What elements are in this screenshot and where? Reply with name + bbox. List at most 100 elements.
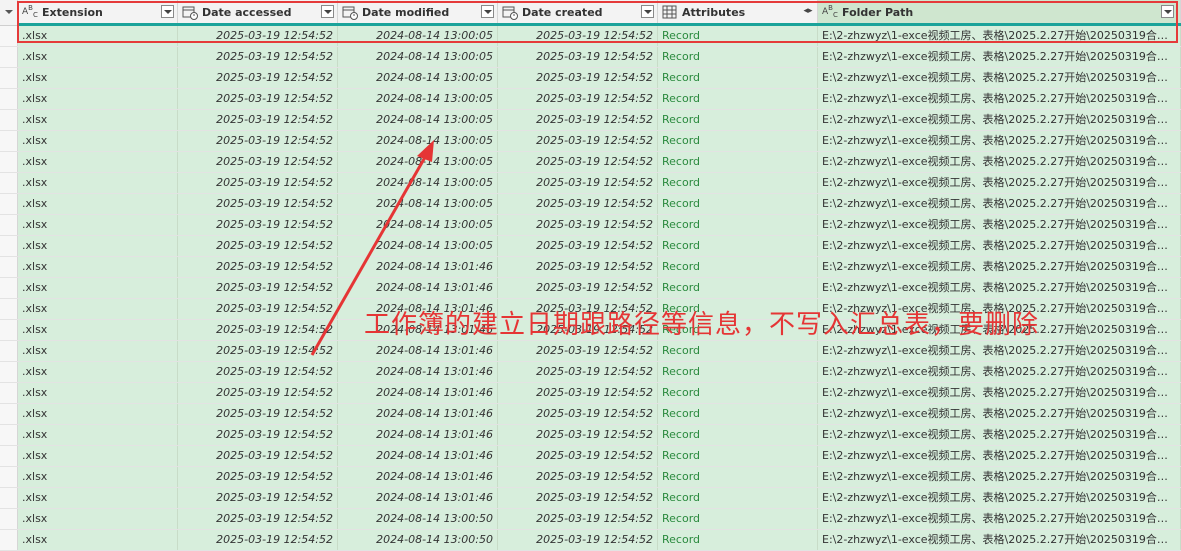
cell-date-created[interactable]: 2025-03-19 12:54:52 (498, 278, 658, 298)
cell-date-created[interactable]: 2025-03-19 12:54:52 (498, 26, 658, 46)
table-row[interactable]: .xlsx 2025-03-19 12:54:52 2024-08-14 13:01… (0, 467, 1181, 488)
cell-folder-path[interactable]: E:\2-zhzwyz\1-exce视频工房、表格\2025.2.27开始\20… (818, 47, 1181, 67)
cell-folder-path[interactable]: E:\2-zhzwyz\1-exce视频工房、表格\2025.2.27开始\20… (818, 278, 1181, 298)
cell-attributes-record-link[interactable]: Record (658, 257, 818, 277)
cell-folder-path[interactable]: E:\2-zhzwyz\1-exce视频工房、表格\2025.2.27开始\20… (818, 152, 1181, 172)
cell-date-created[interactable]: 2025-03-19 12:54:52 (498, 194, 658, 214)
table-row[interactable]: .xlsx 2025-03-19 12:54:52 2024-08-14 13:00… (0, 173, 1181, 194)
cell-extension[interactable]: .xlsx (18, 299, 178, 319)
cell-attributes-record-link[interactable]: Record (658, 110, 818, 130)
table-type-icon[interactable] (662, 5, 678, 20)
cell-date-modified[interactable]: 2024-08-14 13:00:05 (338, 26, 498, 46)
cell-date-modified[interactable]: 2024-08-14 13:00:05 (338, 131, 498, 151)
table-row[interactable]: .xlsx 2025-03-19 12:54:52 2024-08-14 13:01… (0, 488, 1181, 509)
cell-attributes-record-link[interactable]: Record (658, 509, 818, 529)
cell-date-created[interactable]: 2025-03-19 12:54:52 (498, 404, 658, 424)
cell-date-modified[interactable]: 2024-08-14 13:01:46 (338, 488, 498, 508)
table-row[interactable]: .xlsx 2025-03-19 12:54:52 2024-08-14 13:01… (0, 362, 1181, 383)
cell-extension[interactable]: .xlsx (18, 89, 178, 109)
column-header-attributes[interactable]: Attributes ◂▸ (658, 0, 818, 25)
cell-extension[interactable]: .xlsx (18, 152, 178, 172)
cell-attributes-record-link[interactable]: Record (658, 341, 818, 361)
cell-date-accessed[interactable]: 2025-03-19 12:54:52 (178, 341, 338, 361)
cell-date-accessed[interactable]: 2025-03-19 12:54:52 (178, 530, 338, 550)
cell-date-created[interactable]: 2025-03-19 12:54:52 (498, 446, 658, 466)
cell-folder-path[interactable]: E:\2-zhzwyz\1-exce视频工房、表格\2025.2.27开始\20… (818, 467, 1181, 487)
cell-attributes-record-link[interactable]: Record (658, 383, 818, 403)
cell-extension[interactable]: .xlsx (18, 110, 178, 130)
cell-date-modified[interactable]: 2024-08-14 13:01:46 (338, 425, 498, 445)
filter-dropdown-date-created[interactable] (641, 5, 654, 18)
table-row[interactable]: .xlsx 2025-03-19 12:54:52 2024-08-14 13:00… (0, 194, 1181, 215)
cell-folder-path[interactable]: E:\2-zhzwyz\1-exce视频工房、表格\2025.2.27开始\20… (818, 362, 1181, 382)
cell-folder-path[interactable]: E:\2-zhzwyz\1-exce视频工房、表格\2025.2.27开始\20… (818, 425, 1181, 445)
cell-attributes-record-link[interactable]: Record (658, 446, 818, 466)
cell-date-created[interactable]: 2025-03-19 12:54:52 (498, 467, 658, 487)
cell-folder-path[interactable]: E:\2-zhzwyz\1-exce视频工房、表格\2025.2.27开始\20… (818, 110, 1181, 130)
cell-attributes-record-link[interactable]: Record (658, 362, 818, 382)
cell-extension[interactable]: .xlsx (18, 173, 178, 193)
cell-attributes-record-link[interactable]: Record (658, 488, 818, 508)
cell-date-created[interactable]: 2025-03-19 12:54:52 (498, 257, 658, 277)
table-row[interactable]: .xlsx 2025-03-19 12:54:52 2024-08-14 13:01… (0, 257, 1181, 278)
cell-date-accessed[interactable]: 2025-03-19 12:54:52 (178, 236, 338, 256)
cell-date-created[interactable]: 2025-03-19 12:54:52 (498, 131, 658, 151)
cell-date-created[interactable]: 2025-03-19 12:54:52 (498, 68, 658, 88)
table-row[interactable]: .xlsx 2025-03-19 12:54:52 2024-08-14 13:00… (0, 131, 1181, 152)
cell-extension[interactable]: .xlsx (18, 320, 178, 340)
cell-attributes-record-link[interactable]: Record (658, 530, 818, 550)
cell-date-accessed[interactable]: 2025-03-19 12:54:52 (178, 47, 338, 67)
cell-attributes-record-link[interactable]: Record (658, 152, 818, 172)
cell-folder-path[interactable]: E:\2-zhzwyz\1-exce视频工房、表格\2025.2.27开始\20… (818, 404, 1181, 424)
table-row[interactable]: .xlsx 2025-03-19 12:54:52 2024-08-14 13:00… (0, 530, 1181, 551)
cell-extension[interactable]: .xlsx (18, 215, 178, 235)
cell-folder-path[interactable]: E:\2-zhzwyz\1-exce视频工房、表格\2025.2.27开始\20… (818, 509, 1181, 529)
abc-type-icon[interactable]: ABC (822, 5, 838, 20)
cell-date-accessed[interactable]: 2025-03-19 12:54:52 (178, 446, 338, 466)
cell-extension[interactable]: .xlsx (18, 341, 178, 361)
cell-attributes-record-link[interactable]: Record (658, 89, 818, 109)
cell-folder-path[interactable]: E:\2-zhzwyz\1-exce视频工房、表格\2025.2.27开始\20… (818, 341, 1181, 361)
cell-folder-path[interactable]: E:\2-zhzwyz\1-exce视频工房、表格\2025.2.27开始\20… (818, 173, 1181, 193)
cell-date-modified[interactable]: 2024-08-14 13:01:46 (338, 341, 498, 361)
cell-attributes-record-link[interactable]: Record (658, 236, 818, 256)
cell-attributes-record-link[interactable]: Record (658, 404, 818, 424)
cell-extension[interactable]: .xlsx (18, 362, 178, 382)
table-row[interactable]: .xlsx 2025-03-19 12:54:52 2024-08-14 13:01… (0, 278, 1181, 299)
table-row[interactable]: .xlsx 2025-03-19 12:54:52 2024-08-14 13:00… (0, 509, 1181, 530)
filter-dropdown-folder-path[interactable] (1161, 5, 1174, 18)
table-row[interactable]: .xlsx 2025-03-19 12:54:52 2024-08-14 13:01… (0, 404, 1181, 425)
table-row[interactable]: .xlsx 2025-03-19 12:54:52 2024-08-14 13:01… (0, 383, 1181, 404)
datetime-type-icon[interactable] (342, 5, 358, 20)
cell-folder-path[interactable]: E:\2-zhzwyz\1-exce视频工房、表格\2025.2.27开始\20… (818, 89, 1181, 109)
cell-date-created[interactable]: 2025-03-19 12:54:52 (498, 173, 658, 193)
column-header-extension[interactable]: ABC Extension (18, 0, 178, 25)
cell-extension[interactable]: .xlsx (18, 404, 178, 424)
cell-attributes-record-link[interactable]: Record (658, 425, 818, 445)
table-row[interactable]: .xlsx 2025-03-19 12:54:52 2024-08-14 13:01… (0, 446, 1181, 467)
filter-dropdown-extension[interactable] (161, 5, 174, 18)
cell-folder-path[interactable]: E:\2-zhzwyz\1-exce视频工房、表格\2025.2.27开始\20… (818, 68, 1181, 88)
column-header-folder-path[interactable]: ABC Folder Path (818, 0, 1181, 25)
cell-extension[interactable]: .xlsx (18, 446, 178, 466)
cell-date-modified[interactable]: 2024-08-14 13:00:05 (338, 152, 498, 172)
cell-date-modified[interactable]: 2024-08-14 13:00:50 (338, 530, 498, 550)
cell-attributes-record-link[interactable]: Record (658, 131, 818, 151)
cell-folder-path[interactable]: E:\2-zhzwyz\1-exce视频工房、表格\2025.2.27开始\20… (818, 488, 1181, 508)
cell-date-accessed[interactable]: 2025-03-19 12:54:52 (178, 173, 338, 193)
cell-extension[interactable]: .xlsx (18, 278, 178, 298)
cell-date-created[interactable]: 2025-03-19 12:54:52 (498, 47, 658, 67)
cell-extension[interactable]: .xlsx (18, 26, 178, 46)
abc-type-icon[interactable]: ABC (22, 5, 38, 20)
cell-date-accessed[interactable]: 2025-03-19 12:54:52 (178, 131, 338, 151)
cell-date-modified[interactable]: 2024-08-14 13:01:46 (338, 467, 498, 487)
cell-date-modified[interactable]: 2024-08-14 13:01:46 (338, 362, 498, 382)
cell-extension[interactable]: .xlsx (18, 131, 178, 151)
cell-date-accessed[interactable]: 2025-03-19 12:54:52 (178, 383, 338, 403)
table-row[interactable]: .xlsx 2025-03-19 12:54:52 2024-08-14 13:00… (0, 89, 1181, 110)
cell-date-modified[interactable]: 2024-08-14 13:01:46 (338, 383, 498, 403)
cell-folder-path[interactable]: E:\2-zhzwyz\1-exce视频工房、表格\2025.2.27开始\20… (818, 236, 1181, 256)
cell-extension[interactable]: .xlsx (18, 194, 178, 214)
cell-date-created[interactable]: 2025-03-19 12:54:52 (498, 152, 658, 172)
datetime-type-icon[interactable] (182, 5, 198, 20)
